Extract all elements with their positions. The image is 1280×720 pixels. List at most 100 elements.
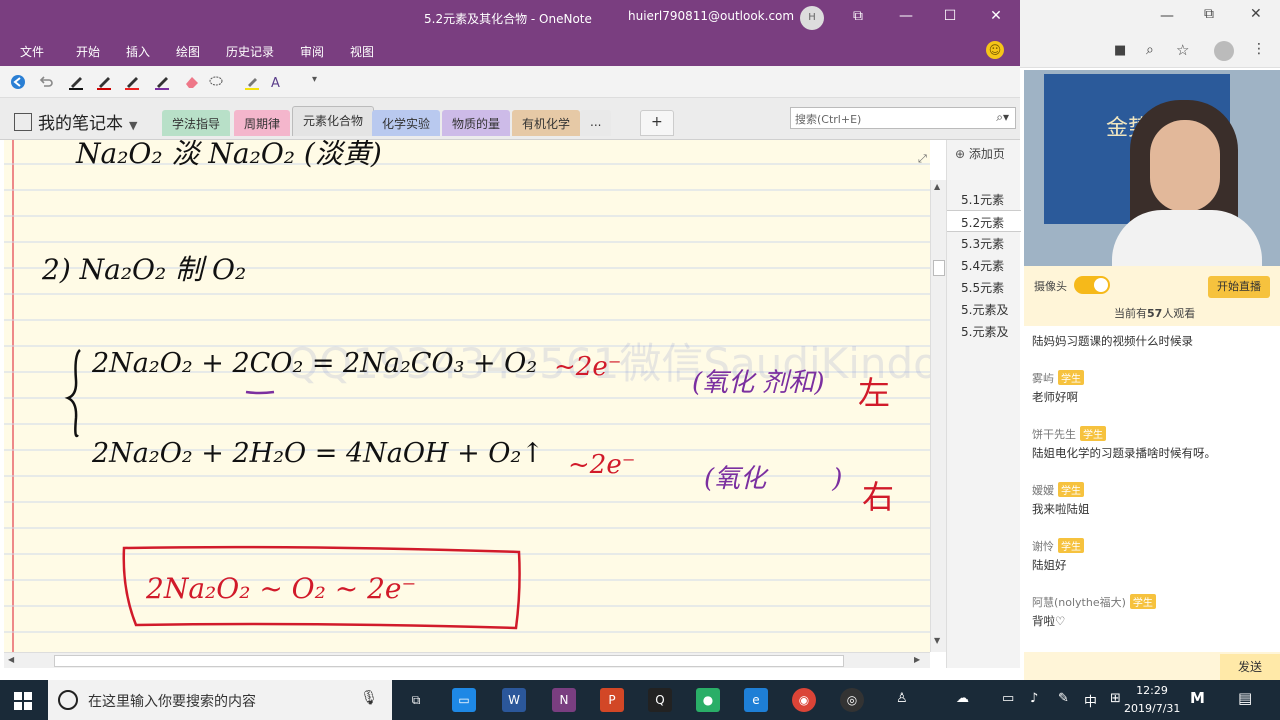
scroll-up-icon[interactable]: ▲: [934, 182, 940, 191]
star-icon[interactable]: ☆: [1176, 41, 1189, 59]
close-button[interactable]: ✕: [1250, 6, 1262, 22]
add-section-button[interactable]: +: [640, 110, 674, 136]
menu-home[interactable]: 开始: [76, 43, 100, 60]
pen-red2-icon[interactable]: [124, 74, 140, 90]
restore-icon[interactable]: ⧉: [848, 8, 868, 24]
zoom-icon[interactable]: ⌕: [1146, 42, 1154, 58]
close-button[interactable]: ✕: [986, 8, 1006, 24]
tab-elements-compounds[interactable]: 元素化合物: [292, 106, 375, 136]
minimize-button[interactable]: —: [896, 8, 916, 24]
lasso-icon[interactable]: [208, 74, 224, 90]
pen-black-icon[interactable]: [68, 74, 84, 90]
pen-icon[interactable]: ✎: [1058, 691, 1069, 706]
customize-dropdown-icon[interactable]: ▾: [312, 74, 328, 90]
restore-icon[interactable]: ⧉: [1204, 6, 1214, 22]
qq-icon[interactable]: Q: [648, 688, 672, 712]
onenote-icon[interactable]: N: [552, 688, 576, 712]
scroll-left-icon[interactable]: ◀: [8, 655, 14, 664]
chat-input-bar[interactable]: 发送: [1024, 652, 1280, 680]
chat-text: 背啦♡: [1032, 614, 1066, 628]
back-icon[interactable]: [10, 74, 26, 90]
ink-equation-2-side: 右: [862, 478, 895, 516]
chat-panel[interactable]: 陆妈妈习题课的视频什么时候录 雾屿 学生 老师好啊 饼干先生 学生 陆姐电化学的习题录播…: [1024, 326, 1280, 652]
chat-user: 谢怜: [1032, 540, 1054, 553]
tab-chemistry-lab[interactable]: 化学实验: [372, 110, 441, 136]
chat-message: 陆妈妈习题课的视频什么时候录: [1032, 330, 1272, 349]
search-input[interactable]: 搜索(Ctrl+E) ⌕▾: [790, 107, 1016, 129]
page-item[interactable]: 5.元素及: [947, 320, 1021, 342]
expand-icon[interactable]: ⤢: [918, 152, 927, 166]
ime-indicator[interactable]: 中: [1084, 691, 1097, 710]
edge-icon[interactable]: e: [744, 688, 768, 712]
minimize-button[interactable]: —: [1160, 8, 1174, 24]
cloud-icon[interactable]: ☁: [956, 691, 969, 706]
camera-icon[interactable]: ■: [1114, 43, 1126, 58]
page-item[interactable]: 5.3元素: [947, 232, 1021, 254]
eraser-icon[interactable]: [184, 74, 200, 90]
scroll-right-icon[interactable]: ▶: [914, 655, 920, 664]
ink-step-heading: 2) Na₂O₂ 制 O₂: [42, 253, 247, 286]
tab-amount-of-substance[interactable]: 物质的量: [442, 110, 511, 136]
horizontal-scrollbar[interactable]: ◀ ▶: [4, 652, 930, 668]
word-icon[interactable]: W: [502, 688, 526, 712]
section-tab-bar: 我的笔记本 ▼ 学法指导 周期律 元素化合物 化学实验 物质的量 有机化学 ...…: [0, 98, 1020, 140]
menu-view[interactable]: 视图: [350, 43, 374, 60]
menu-file[interactable]: 文件: [20, 43, 44, 60]
wechat-icon[interactable]: ●: [696, 688, 720, 712]
tab-periodic-law[interactable]: 周期律: [234, 110, 291, 136]
scroll-thumb[interactable]: [933, 260, 945, 276]
profile-icon[interactable]: [1214, 41, 1234, 61]
menu-review[interactable]: 审阅: [300, 43, 324, 60]
add-page-button[interactable]: ⊕ 添加页: [955, 145, 1005, 162]
tab-study-method[interactable]: 学法指导: [162, 110, 231, 136]
note-canvas[interactable]: QQ1934343561微信SaudiKindom Na₂O₂ 淡 Na₂O₂ …: [4, 140, 930, 653]
menu-insert[interactable]: 插入: [126, 43, 150, 60]
send-button[interactable]: 发送: [1220, 654, 1280, 680]
more-menu-icon[interactable]: ⋮: [1252, 41, 1266, 57]
start-live-button[interactable]: 开始直播: [1208, 276, 1270, 298]
hscroll-thumb[interactable]: [54, 655, 844, 667]
chrome-icon[interactable]: ◉: [792, 688, 816, 712]
page-item[interactable]: 5.元素及: [947, 298, 1021, 320]
clock-date[interactable]: 2019/7/31: [1124, 702, 1180, 715]
app-logo-icon[interactable]: M: [1190, 689, 1205, 707]
pen-red-icon[interactable]: [96, 74, 112, 90]
page-item[interactable]: 5.1元素: [947, 188, 1021, 210]
people-icon[interactable]: ♙: [896, 691, 908, 706]
menu-history[interactable]: 历史记录: [226, 43, 274, 60]
highlighter-icon[interactable]: [244, 74, 260, 90]
ink-boxed-summary: 2Na₂O₂ ~ O₂ ~ 2e⁻: [146, 572, 417, 605]
vertical-scrollbar[interactable]: ▲ ▼: [930, 180, 946, 652]
maximize-button[interactable]: ☐: [940, 8, 960, 24]
account-email[interactable]: huierl790811@outlook.com: [628, 9, 794, 23]
task-view-icon[interactable]: ⧉: [404, 688, 428, 712]
tab-organic-chemistry[interactable]: 有机化学: [512, 110, 581, 136]
camera-toggle[interactable]: [1074, 276, 1110, 294]
pen-purple-icon[interactable]: [154, 74, 170, 90]
scroll-down-icon[interactable]: ▼: [934, 636, 940, 645]
input-method-icon[interactable]: ⊞: [1110, 691, 1121, 706]
microphone-icon[interactable]: 🎙: [360, 690, 378, 706]
feedback-smile-icon[interactable]: ☺: [986, 41, 1004, 59]
windows-start-icon[interactable]: [14, 692, 32, 710]
undo-icon[interactable]: [38, 74, 54, 90]
notification-icon[interactable]: ▤: [1238, 689, 1252, 707]
obs-icon[interactable]: ◎: [840, 688, 864, 712]
taskbar-search-input[interactable]: 在这里输入你要搜索的内容 🎙: [48, 680, 392, 720]
folder-icon[interactable]: ▭: [452, 688, 476, 712]
page-item[interactable]: 5.4元素: [947, 254, 1021, 276]
menu-draw[interactable]: 绘图: [176, 43, 200, 60]
page-item[interactable]: 5.5元素: [947, 276, 1021, 298]
notebook-selector[interactable]: 我的笔记本 ▼: [14, 109, 137, 134]
tab-more[interactable]: ...: [580, 110, 612, 136]
ink-to-text-icon[interactable]: A: [270, 74, 286, 90]
chat-message: 谢怜 学生 陆姐好: [1032, 538, 1272, 573]
student-badge: 学生: [1080, 426, 1106, 441]
network-icon[interactable]: ▭: [1002, 691, 1014, 706]
powerpoint-icon[interactable]: P: [600, 688, 624, 712]
chat-user: 饼干先生: [1032, 428, 1076, 441]
page-item-selected[interactable]: 5.2元素: [947, 210, 1021, 232]
avatar[interactable]: H: [800, 6, 824, 30]
clock-time[interactable]: 12:29: [1124, 684, 1180, 697]
volume-icon[interactable]: ♪: [1030, 691, 1038, 706]
